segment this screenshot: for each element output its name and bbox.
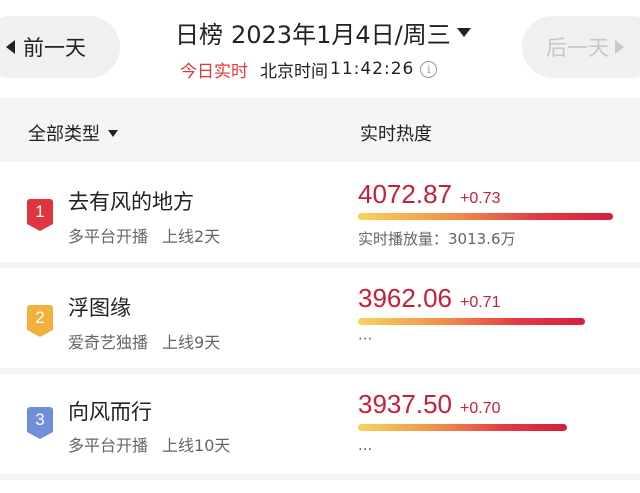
type-filter-dropdown[interactable]: 全部类型: [28, 120, 118, 146]
heat-value: 3962.06: [358, 283, 452, 313]
clock-readout: 11:42:26: [330, 59, 415, 79]
rank-badge: 2: [27, 305, 53, 337]
platform-label: 多平台开播: [68, 436, 149, 455]
show-title: 向风而行: [68, 400, 152, 424]
date-label: 2023年1月4日/周三: [231, 20, 451, 49]
rank-number: 1: [35, 202, 45, 221]
extra-label: ···: [358, 330, 373, 348]
rank-number: 2: [35, 308, 45, 327]
rank-number: 3: [35, 410, 45, 429]
rank-badge: 3: [27, 407, 53, 439]
chevron-left-icon: [6, 40, 15, 54]
show-title: 浮图缘: [68, 296, 131, 320]
chart-title: 日榜: [175, 20, 223, 49]
extra-label: ...: [358, 436, 373, 454]
prev-day-button[interactable]: 前一天: [0, 16, 120, 78]
show-meta: 多平台开播 上线2天: [68, 223, 220, 247]
heat-value-group: 3937.50 +0.70: [358, 389, 500, 420]
heat-bar: [358, 318, 585, 325]
heat-bar: [358, 424, 567, 431]
show-meta: 多平台开播 上线10天: [68, 432, 230, 456]
play-count-label: 实时播放量：3013.6万: [358, 230, 516, 248]
heat-value: 3937.50: [358, 389, 452, 419]
dropdown-caret-icon: [456, 27, 471, 37]
show-meta: 爱奇艺独播 上线9天: [68, 329, 220, 353]
rank-badge: 1: [27, 199, 53, 231]
list-item[interactable]: 3 向风而行 多平台开播 上线10天 3937.50 +0.70 ...: [0, 374, 640, 474]
online-days-label: 上线9天: [162, 333, 221, 352]
online-days-label: 上线2天: [162, 227, 221, 246]
heat-value-group: 4072.87 +0.73: [358, 179, 500, 210]
column-header: 全部类型 实时热度: [0, 108, 640, 158]
header-bar: 前一天 日榜 2023年1月4日/周三 今日实时 北京时间 11:42:26 i…: [0, 0, 640, 98]
next-day-button[interactable]: 后一天: [522, 16, 640, 78]
list-item[interactable]: 1 去有风的地方 多平台开播 上线2天 4072.87 +0.73 实时播放量：3…: [0, 162, 640, 262]
heat-delta: +0.73: [459, 190, 501, 207]
platform-label: 多平台开播: [68, 227, 149, 246]
prev-day-label: 前一天: [23, 36, 86, 60]
live-label: 今日实时: [180, 61, 248, 82]
info-icon[interactable]: i: [420, 60, 438, 78]
heat-column-label: 实时热度: [360, 124, 432, 145]
next-day-label: 后一天: [546, 36, 609, 60]
type-filter-label: 全部类型: [28, 124, 100, 145]
date-selector[interactable]: 日榜 2023年1月4日/周三: [175, 16, 471, 49]
live-status-row: 今日实时 北京时间 11:42:26 i: [180, 56, 438, 82]
platform-label: 爱奇艺独播: [68, 333, 149, 352]
list-item[interactable]: 2 浮图缘 爱奇艺独播 上线9天 3962.06 +0.71 ···: [0, 268, 640, 368]
next-list-item-edge: [0, 480, 640, 493]
heat-delta: +0.71: [459, 294, 501, 311]
dropdown-caret-icon: [108, 129, 118, 137]
show-title: 去有风的地方: [68, 190, 194, 214]
online-days-label: 上线10天: [162, 436, 231, 455]
heat-value-group: 3962.06 +0.71: [358, 283, 500, 314]
chevron-right-icon: [615, 40, 624, 54]
beijing-time-label: 北京时间: [260, 61, 328, 82]
heat-bar: [358, 213, 613, 220]
heat-delta: +0.70: [459, 400, 501, 417]
heat-value: 4072.87: [358, 179, 452, 209]
